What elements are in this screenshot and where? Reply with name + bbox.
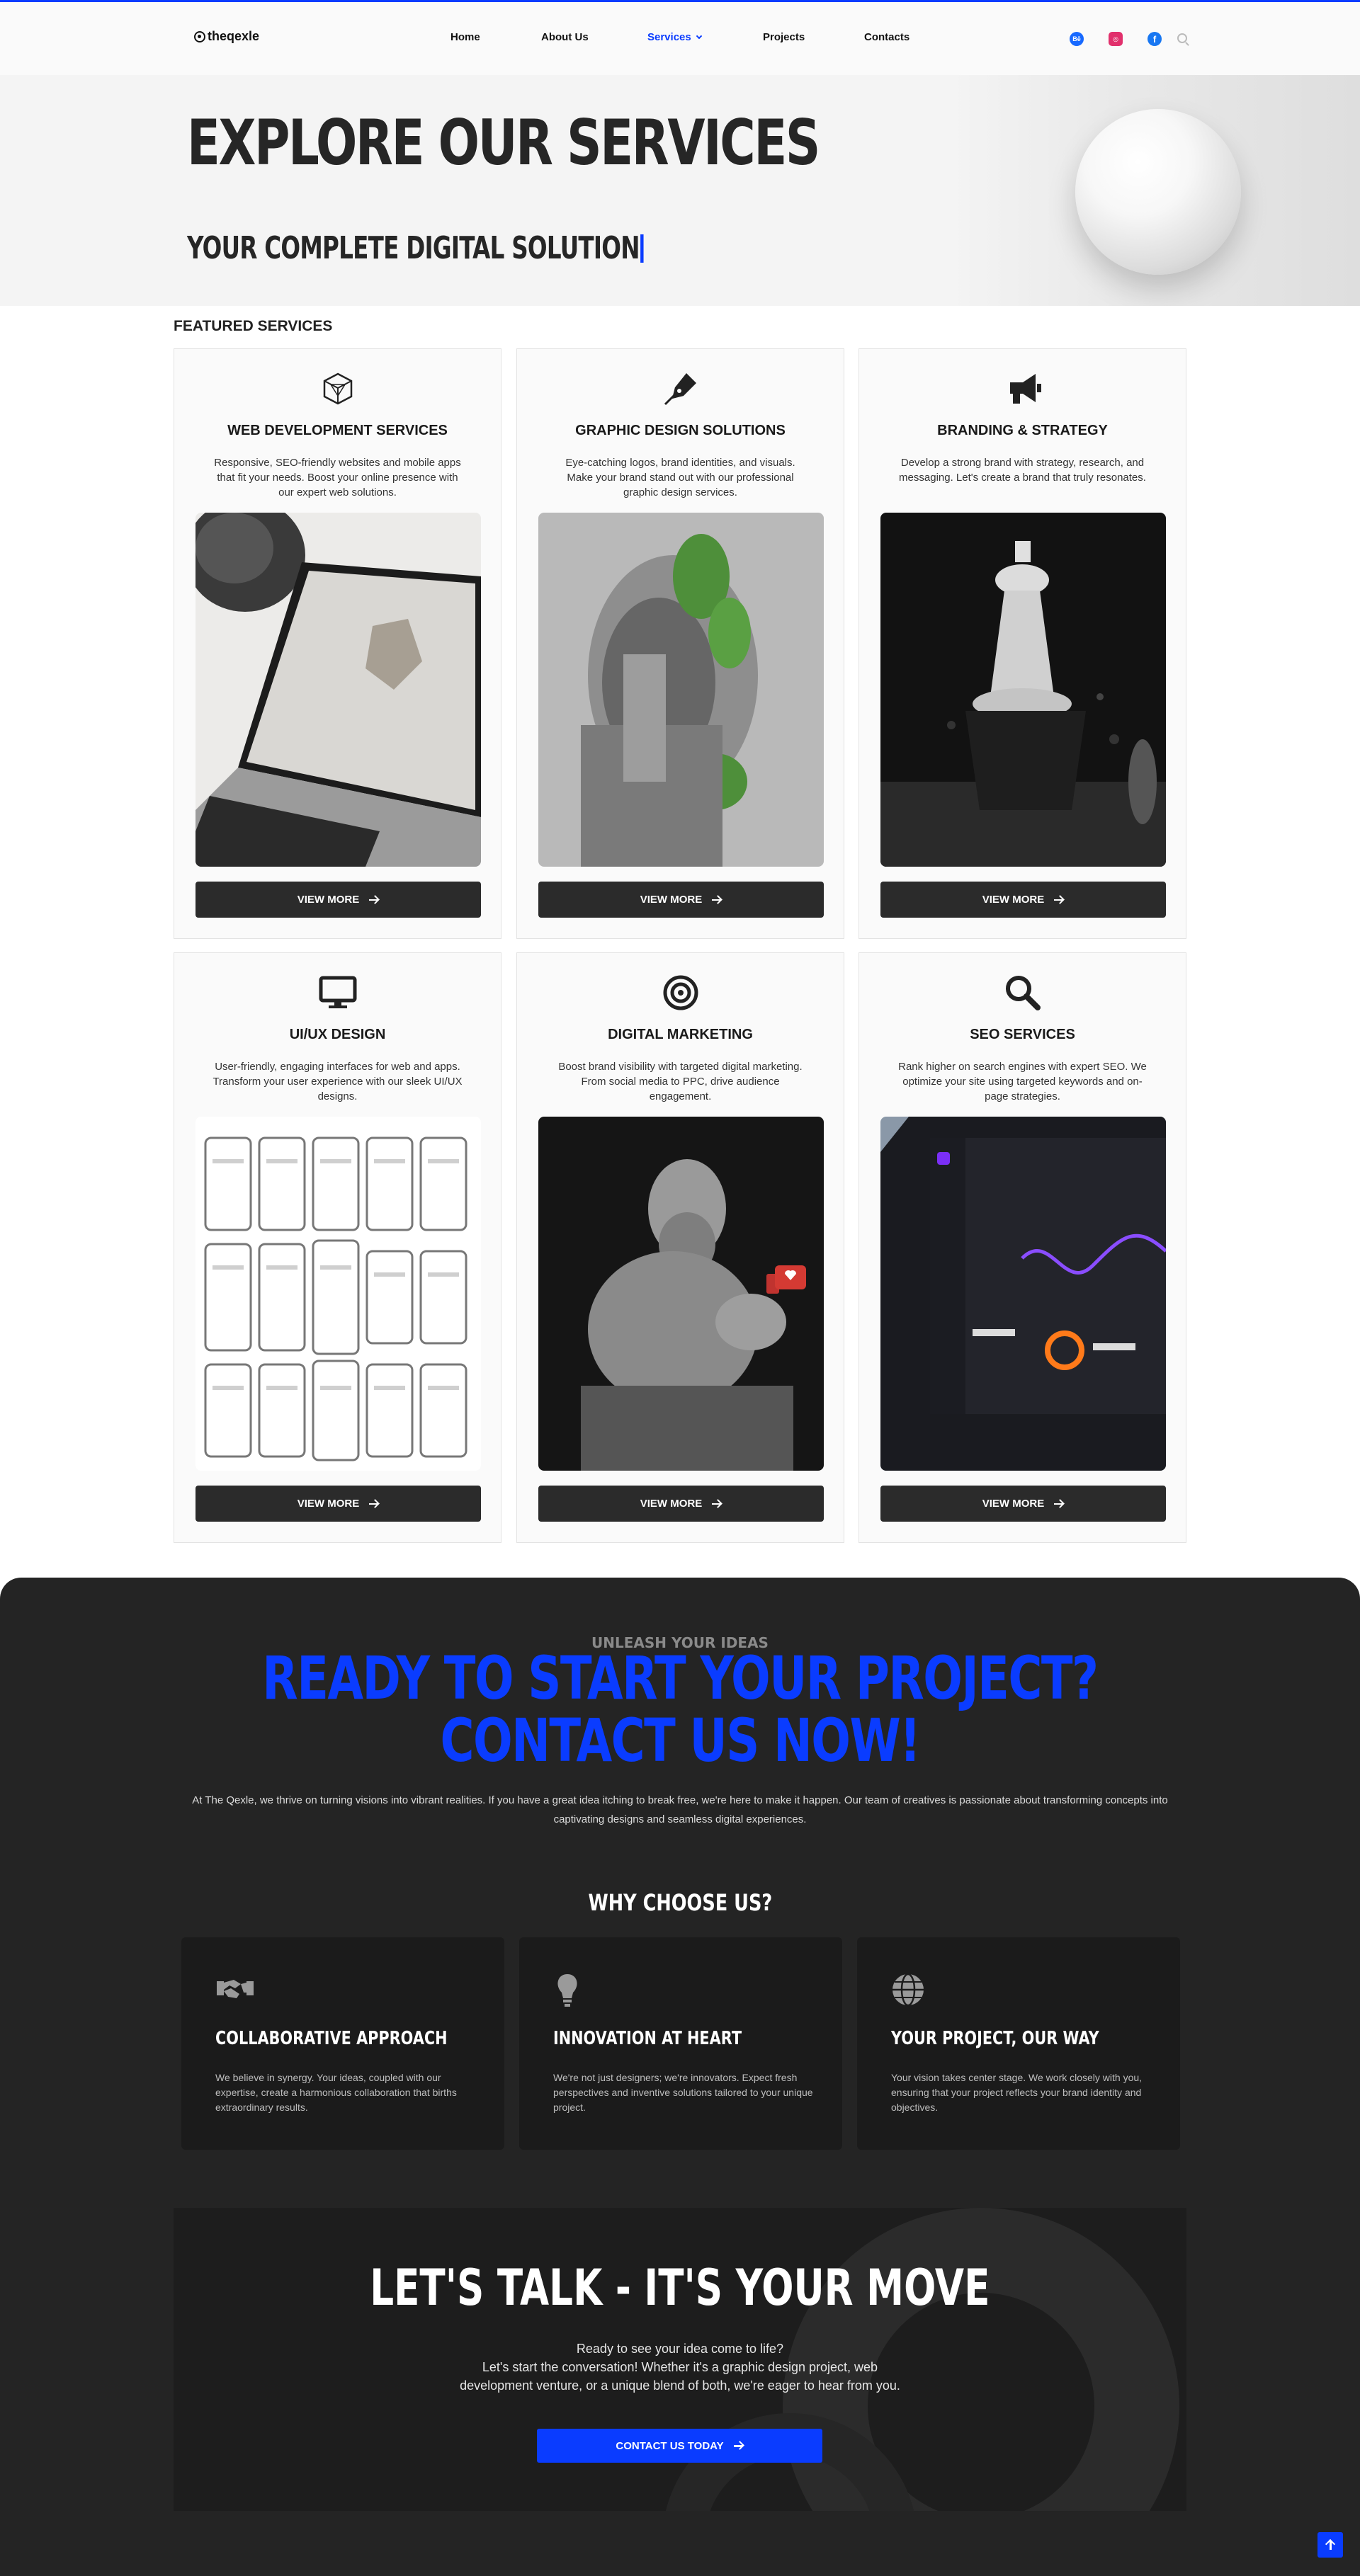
nav-home[interactable]: Home <box>450 31 480 43</box>
card-title: GRAPHIC DESIGN SOLUTIONS <box>575 423 786 438</box>
dashboard-laptop-image <box>880 1117 1166 1471</box>
cta-heading-line1-text: READY TO START YOUR PROJECT? <box>262 1643 1099 1713</box>
view-more-button[interactable]: VIEW MORE <box>196 1486 481 1522</box>
lets-talk-text: Ready to see your idea come to life? Let… <box>450 2340 910 2395</box>
feature-card-your-project: YOUR PROJECT, OUR WAY Your vision takes … <box>857 1937 1180 2150</box>
card-title: WEB DEVELOPMENT SERVICES <box>227 423 448 438</box>
lightbulb-icon <box>557 1974 577 2007</box>
arrow-right-icon <box>712 896 722 904</box>
feature-text: We're not just designers; we're innovato… <box>553 2072 813 2113</box>
card-description: Eye-catching logos, brand identities, an… <box>565 457 795 498</box>
button-label: VIEW MORE <box>297 894 360 906</box>
search-icon[interactable] <box>1177 33 1187 43</box>
nav-services[interactable]: Services <box>647 31 702 43</box>
arrow-right-icon <box>369 1500 379 1508</box>
feature-card-collaborative: COLLABORATIVE APPROACH We believe in syn… <box>181 1937 504 2150</box>
pen-nib-icon <box>664 373 696 406</box>
featured-services-label: FEATURED SERVICES <box>174 318 333 334</box>
service-card-branding: BRANDING & STRATEGY Develop a strong bra… <box>858 348 1186 939</box>
card-title: BRANDING & STRATEGY <box>937 423 1108 438</box>
service-card-digital-marketing: DIGITAL MARKETING Boost brand visibility… <box>516 952 844 1543</box>
chevron-down-icon <box>696 33 702 40</box>
arrow-right-icon <box>369 896 379 904</box>
lets-talk-line2: Let's start the conversation! Whether it… <box>460 2360 900 2393</box>
nav-projects[interactable]: Projects <box>763 31 805 43</box>
chess-king-image <box>880 513 1166 867</box>
cta-paragraph: At The Qexle, we thrive on turning visio… <box>192 1794 1168 1825</box>
contact-us-today-button[interactable]: CONTACT US TODAY <box>537 2429 822 2463</box>
target-icon <box>663 975 698 1010</box>
feature-card-innovation: INNOVATION AT HEART We're not just desig… <box>519 1937 842 2150</box>
cta-heading-line2-text: CONTACT US NOW! <box>440 1706 921 1775</box>
button-label: VIEW MORE <box>982 1498 1045 1510</box>
laptop-image <box>196 513 481 867</box>
feature-title: COLLABORATIVE APPROACH <box>215 2028 448 2049</box>
card-description: User-friendly, engaging interfaces for w… <box>212 1061 463 1102</box>
facebook-icon[interactable]: f <box>1148 32 1162 46</box>
nav-services-label: Services <box>647 31 691 43</box>
site-header: theqexle Home About Us Services Projects… <box>0 2 1360 75</box>
button-label: VIEW MORE <box>297 1498 360 1510</box>
card-title: SEO SERVICES <box>970 1027 1075 1042</box>
card-description: Develop a strong brand with strategy, re… <box>899 457 1146 484</box>
scroll-to-top-button[interactable] <box>1318 2532 1343 2558</box>
handshake-icon <box>217 1980 254 1998</box>
nav-contacts[interactable]: Contacts <box>864 31 910 43</box>
nav-about-us[interactable]: About Us <box>541 31 589 43</box>
button-label: VIEW MORE <box>982 894 1045 906</box>
service-card-web-development: WEB DEVELOPMENT SERVICES Responsive, SEO… <box>174 348 502 939</box>
arrow-right-icon <box>733 2441 744 2450</box>
why-choose-heading-text: WHY CHOOSE US? <box>588 1889 772 1916</box>
button-label: CONTACT US TODAY <box>616 2439 724 2452</box>
lets-talk-panel: LET'S TALK - IT'S YOUR MOVE Ready to see… <box>174 2208 1186 2511</box>
wireframes-image <box>196 1117 481 1471</box>
lets-talk-title: LET'S TALK - IT'S YOUR MOVE <box>174 2259 1186 2317</box>
lets-talk-title-text: LET'S TALK - IT'S YOUR MOVE <box>370 2259 990 2317</box>
view-more-button[interactable]: VIEW MORE <box>538 882 824 918</box>
button-label: VIEW MORE <box>640 1498 703 1510</box>
hero-sphere-graphic <box>1075 109 1241 275</box>
view-more-button[interactable]: VIEW MORE <box>196 882 481 918</box>
behance-icon[interactable]: Bē <box>1070 32 1084 46</box>
lets-talk-line1: Ready to see your idea come to life? <box>576 2342 784 2356</box>
arrow-right-icon <box>712 1500 722 1508</box>
statue-with-phone-image <box>538 1117 824 1471</box>
why-choose-heading: WHY CHOOSE US? <box>0 1889 1360 1916</box>
view-more-button[interactable]: VIEW MORE <box>880 1486 1166 1522</box>
leaf-face-sculpture-image <box>538 513 824 867</box>
feature-title: INNOVATION AT HEART <box>553 2028 742 2049</box>
hero-subtitle: YOUR COMPLETE DIGITAL SOLUTION <box>187 230 644 266</box>
page-title: EXPLORE OUR SERVICES <box>187 106 820 179</box>
globe-icon <box>892 1973 924 2007</box>
service-card-graphic-design: GRAPHIC DESIGN SOLUTIONS Eye-catching lo… <box>516 348 844 939</box>
arrow-right-icon <box>1054 1500 1064 1508</box>
card-title: DIGITAL MARKETING <box>608 1027 753 1042</box>
feature-title: YOUR PROJECT, OUR WAY <box>891 2028 1099 2049</box>
hero-subtitle-text: YOUR COMPLETE DIGITAL SOLUTION <box>187 230 640 266</box>
card-title: UI/UX DESIGN <box>289 1027 386 1042</box>
cta-heading-line1: READY TO START YOUR PROJECT? <box>0 1643 1360 1713</box>
card-description: Responsive, SEO-friendly websites and mo… <box>214 457 461 498</box>
view-more-button[interactable]: VIEW MORE <box>880 882 1166 918</box>
service-card-ui-ux: UI/UX DESIGN User-friendly, engaging int… <box>174 952 502 1543</box>
button-label: VIEW MORE <box>640 894 703 906</box>
arrow-right-icon <box>1054 896 1064 904</box>
megaphone-icon <box>1009 374 1041 404</box>
card-description: Boost brand visibility with targeted dig… <box>558 1061 803 1102</box>
instagram-icon[interactable]: ◎ <box>1109 32 1123 46</box>
monitor-icon <box>319 976 356 1008</box>
feature-text: We believe in synergy. Your ideas, coupl… <box>215 2072 457 2113</box>
typing-cursor <box>640 234 644 263</box>
card-description: Rank higher on search engines with exper… <box>898 1061 1147 1102</box>
service-card-seo: SEO SERVICES Rank higher on search engin… <box>858 952 1186 1543</box>
cta-heading-line2: CONTACT US NOW! <box>0 1706 1360 1775</box>
search-icon <box>1005 976 1041 1010</box>
feature-text: Your vision takes center stage. We work … <box>891 2072 1143 2113</box>
cube-icon <box>323 372 352 405</box>
view-more-button[interactable]: VIEW MORE <box>538 1486 824 1522</box>
